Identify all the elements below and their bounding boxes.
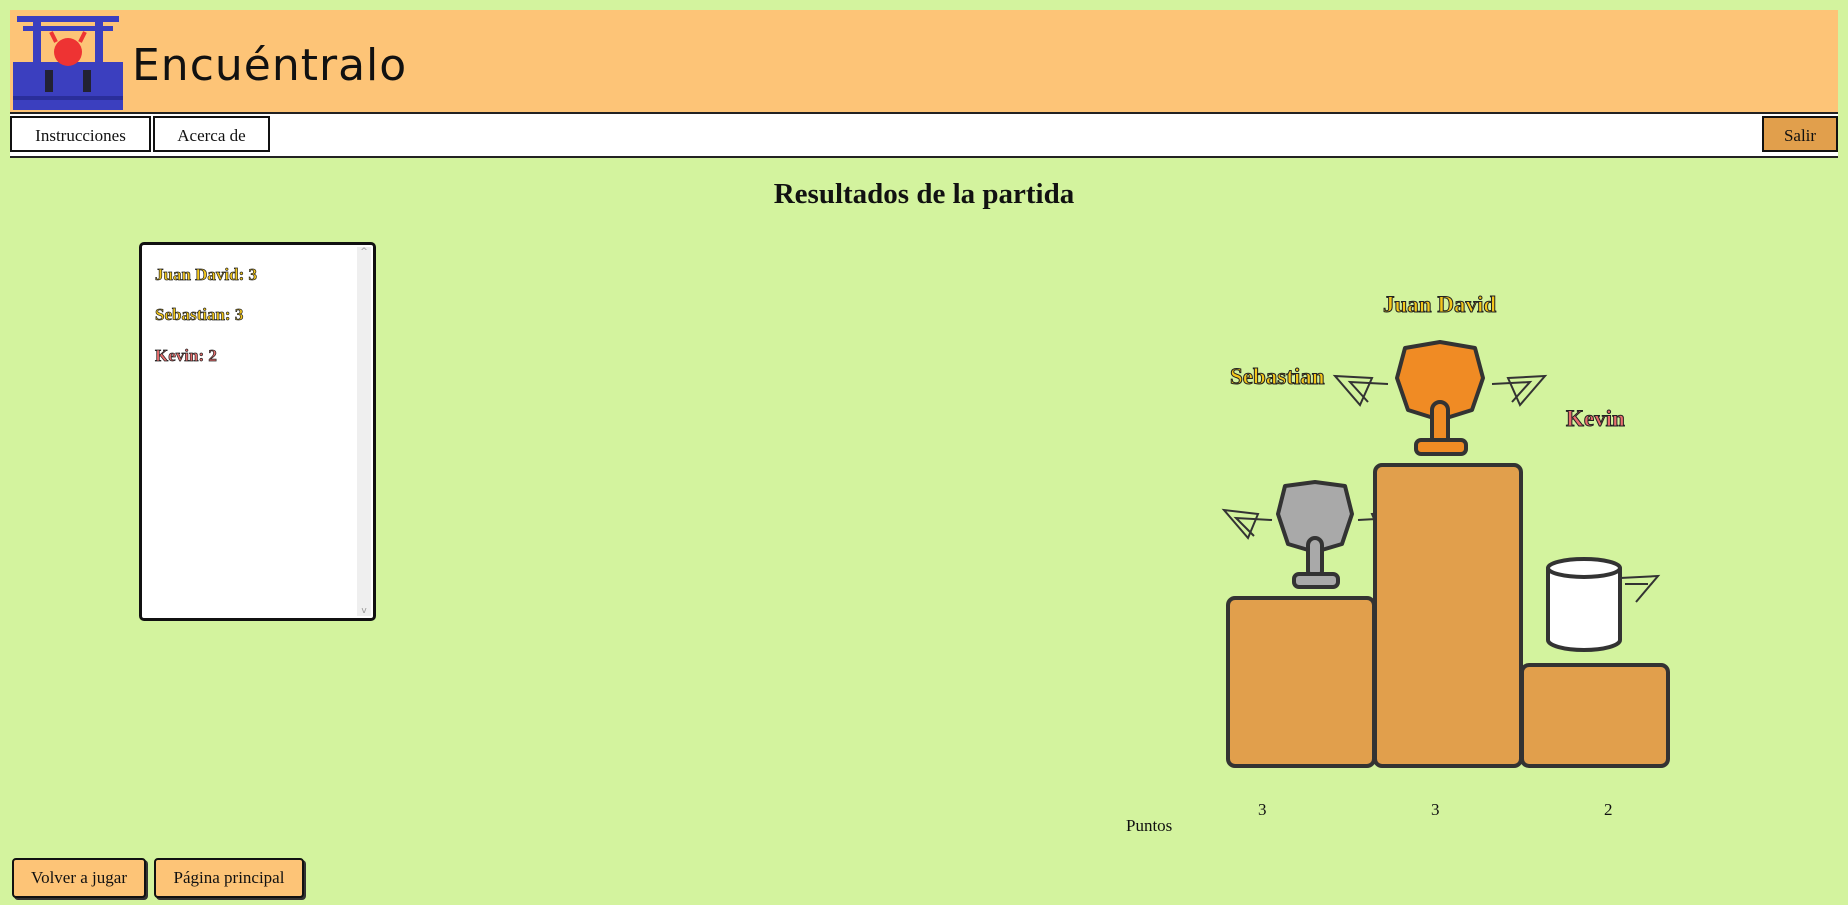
about-button[interactable]: Acerca de — [153, 116, 270, 152]
main-page-button[interactable]: Página principal — [154, 858, 304, 898]
podium — [1221, 340, 1670, 768]
podium-first-name: Juan David — [1382, 292, 1497, 318]
instructions-button[interactable]: Instrucciones — [10, 116, 151, 152]
app-title: Encuéntralo — [132, 40, 408, 91]
chevron-up-icon[interactable]: ^ — [359, 247, 369, 257]
logo-icon — [13, 16, 123, 110]
podium-first-points: 3 — [1431, 800, 1440, 819]
nav-bar: Instrucciones Acerca de Salir — [10, 114, 1838, 158]
podium-third-points: 2 — [1604, 800, 1613, 819]
list-item: Sebastian: 3 — [155, 305, 244, 325]
podium-second-points: 3 — [1258, 800, 1267, 819]
points-label: Puntos — [1126, 816, 1173, 835]
app-header: Encuéntralo — [10, 10, 1838, 114]
exit-button[interactable]: Salir — [1762, 116, 1838, 152]
page-title: Resultados de la partida — [773, 178, 1075, 210]
scrollbar[interactable]: ^ v — [357, 247, 371, 616]
scores-list[interactable]: Juan David: 3 Sebastian: 3 Kevin: 2 ^ v — [139, 242, 376, 621]
chevron-down-icon[interactable]: v — [359, 606, 369, 616]
bronze-cup-icon — [1546, 557, 1661, 652]
gold-trophy-icon — [1332, 340, 1548, 456]
list-item: Kevin: 2 — [155, 346, 218, 366]
play-again-button[interactable]: Volver a jugar — [12, 858, 146, 898]
list-item: Juan David: 3 — [155, 265, 258, 285]
